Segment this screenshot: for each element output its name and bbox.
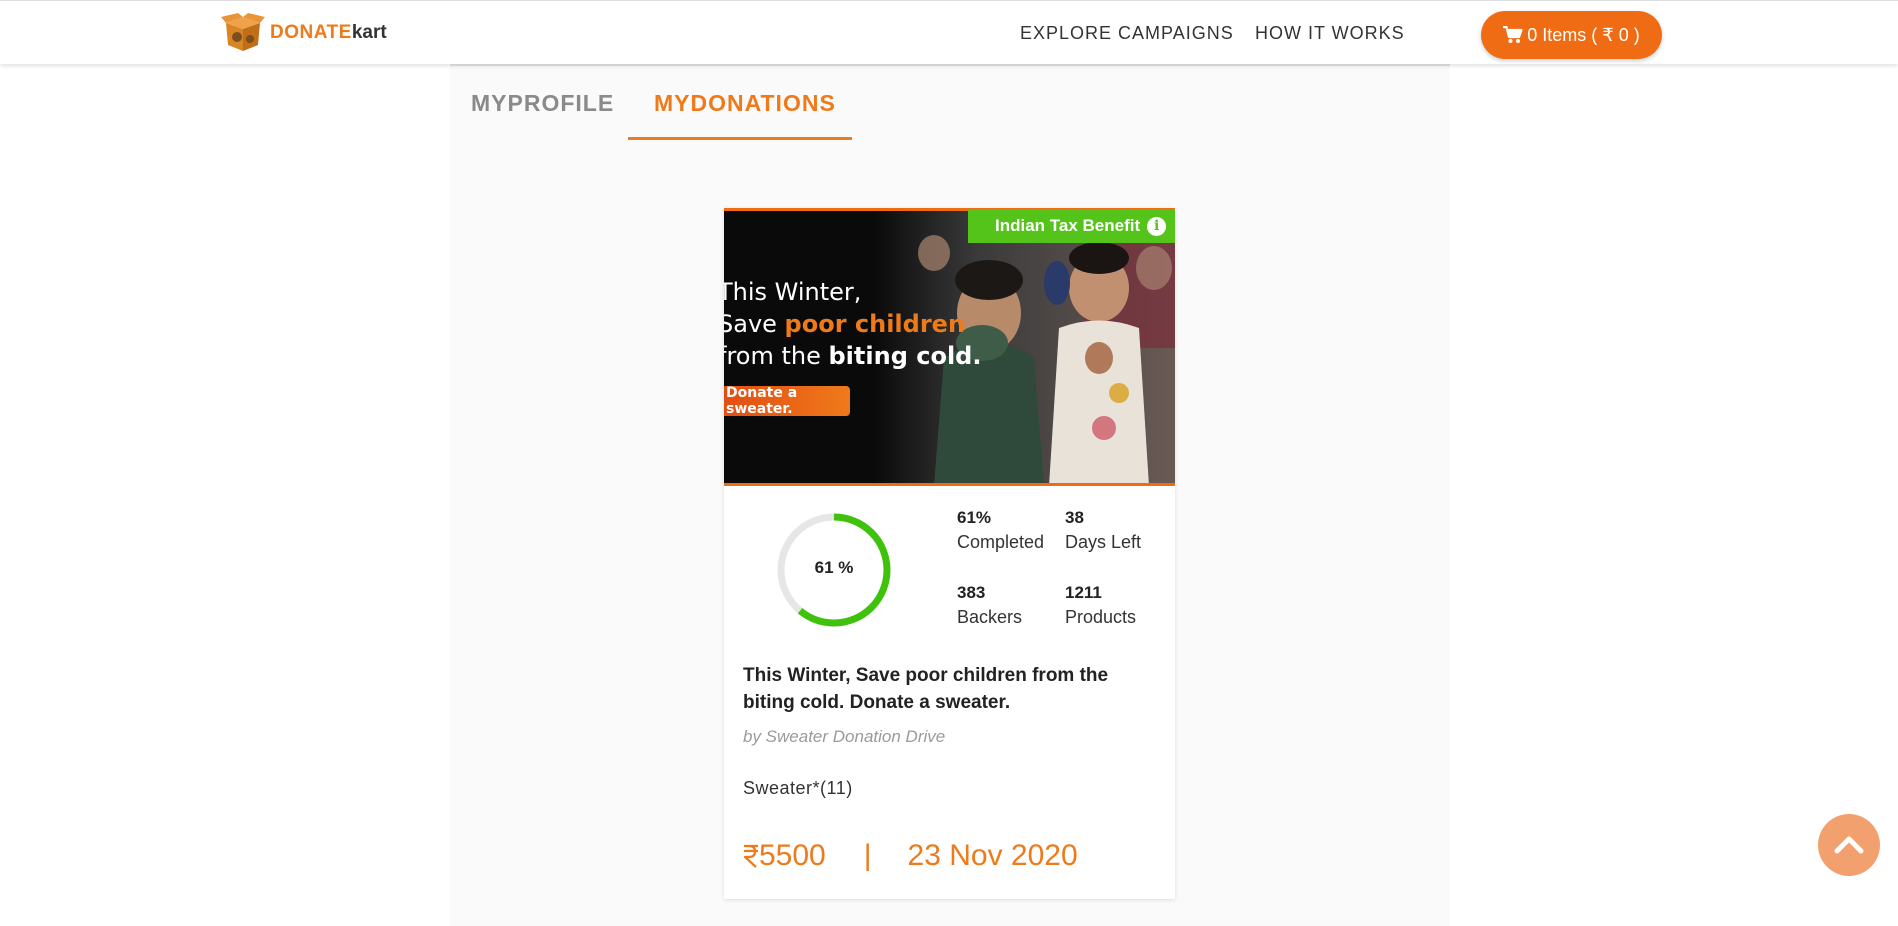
backers-label: Backers [957, 607, 1023, 627]
donated-product: Sweater*(11) [743, 778, 853, 798]
active-tab-indicator [628, 137, 852, 140]
campaign-title[interactable]: This Winter, Save poor children from the… [743, 662, 1153, 716]
donation-amount: 5500 [759, 839, 826, 872]
cart-button[interactable]: 0 Items ( ₹ 0 ) [1481, 11, 1662, 59]
campaign-banner[interactable]: This Winter, Save poor children from the… [724, 208, 1175, 486]
days-left-value: 38 [1065, 508, 1084, 527]
box-logo-icon [221, 13, 265, 51]
divider [450, 64, 1450, 66]
tax-benefit-label: Indian Tax Benefit [995, 216, 1141, 235]
logo-text: DONATEkart [270, 22, 387, 43]
top-navbar: DONATEkart EXPLORE CAMPAIGNS HOW IT WORK… [0, 0, 1898, 64]
products-label: Products [1065, 607, 1137, 627]
days-left-label: Days Left [1065, 532, 1142, 552]
products-value: 1211 [1065, 583, 1102, 602]
donation-summary: 5500 | 23 Nov 2020 [743, 839, 1078, 873]
banner-line-2: Save poor children [724, 310, 966, 338]
scroll-to-top-button[interactable] [1818, 814, 1880, 876]
tax-benefit-badge[interactable]: Indian Tax Benefit i [968, 209, 1175, 243]
banner-line-3: from the biting cold. [724, 342, 982, 370]
progress-percent: 61 % [814, 558, 854, 577]
tab-myprofile[interactable]: MYPROFILE [471, 90, 614, 117]
donation-card[interactable]: This Winter, Save poor children from the… [724, 208, 1175, 899]
cart-label: 0 Items ( ₹ 0 ) [1527, 24, 1640, 45]
completed-value: 61% [957, 508, 992, 527]
campaign-organizer: by Sweater Donation Drive [743, 727, 946, 746]
info-icon[interactable]: i [1147, 216, 1167, 236]
banner-line-1: This Winter, [724, 278, 862, 306]
nav-how-it-works[interactable]: HOW IT WORKS [1255, 23, 1405, 44]
donation-date: 23 Nov 2020 [907, 839, 1078, 872]
completed-label: Completed [957, 532, 1045, 552]
banner-border [724, 483, 1175, 486]
tab-mydonations[interactable]: MYDONATIONS [654, 90, 836, 117]
chevron-up-icon [1834, 836, 1864, 854]
nav-explore-campaigns[interactable]: EXPLORE CAMPAIGNS [1020, 23, 1234, 44]
cart-icon [1503, 26, 1523, 43]
rupee-icon [743, 844, 758, 868]
logo[interactable]: DONATEkart [220, 13, 387, 53]
separator: | [863, 839, 872, 872]
backers-value: 383 [957, 583, 986, 602]
banner-cta: Donate a sweater. [724, 385, 850, 417]
